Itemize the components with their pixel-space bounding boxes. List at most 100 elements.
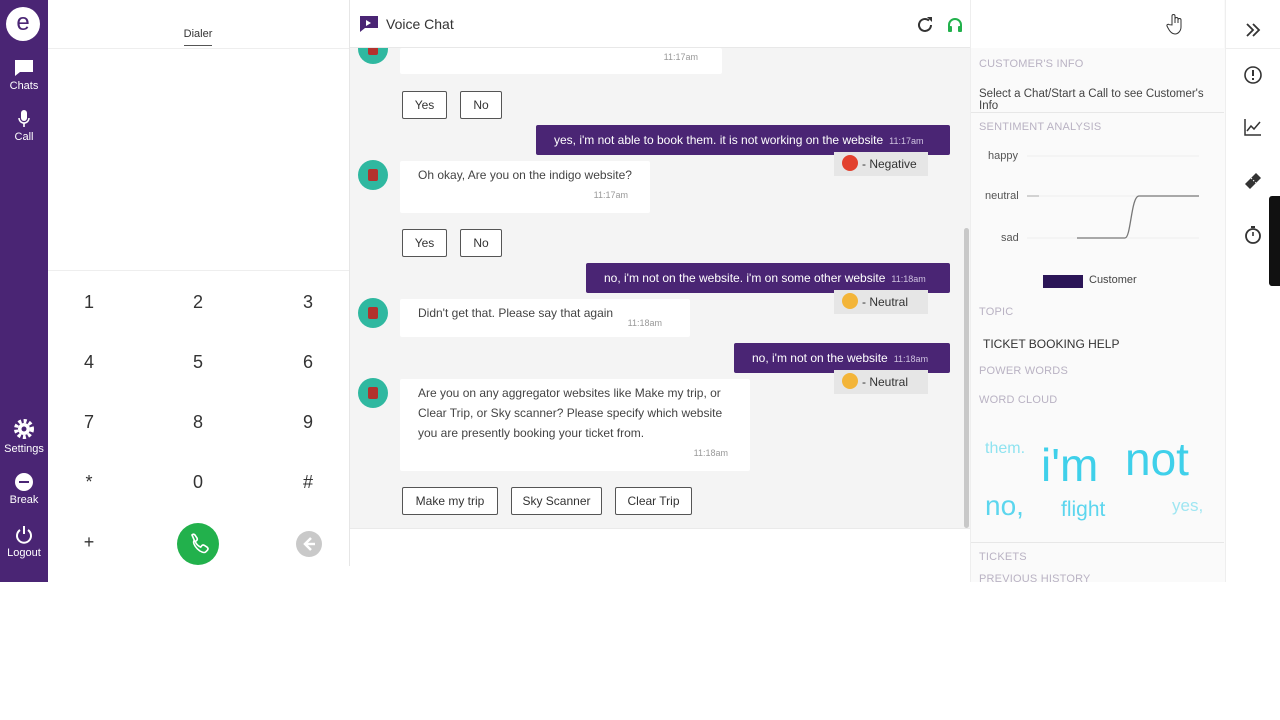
- bot-avatar: [358, 298, 388, 328]
- customers-info-title: CUSTOMER'S INFO: [979, 58, 1084, 70]
- sentiment-analysis-title: SENTIMENT ANALYSIS: [979, 121, 1102, 133]
- nav-call-label: Call: [14, 131, 34, 143]
- dial-key-3[interactable]: 3: [278, 282, 338, 322]
- option-make-my-trip-button[interactable]: Make my trip: [402, 487, 498, 515]
- dial-key-6[interactable]: 6: [278, 342, 338, 382]
- customer-info-panel: CUSTOMER'S INFO Select a Chat/Start a Ca…: [970, 0, 1225, 582]
- sentiment-level-sad: sad: [1001, 232, 1019, 244]
- dial-key-2[interactable]: 2: [168, 282, 228, 322]
- user-message: no, i'm not on the website 11:18am: [734, 343, 950, 373]
- chat-panel: Voice Chat 11:17am Yes No yes, i'm not a…: [350, 0, 970, 582]
- yes-button[interactable]: Yes: [402, 229, 447, 257]
- microphone-icon: [18, 110, 30, 127]
- nav-call[interactable]: Call: [0, 109, 48, 143]
- sentiment-text: - Neutral: [862, 295, 909, 309]
- message-time: 11:17am: [663, 52, 698, 62]
- right-icon-rail: [1225, 0, 1280, 582]
- sentiment-badge: - Neutral: [834, 290, 928, 314]
- tab-dialer[interactable]: Dialer: [48, 28, 348, 46]
- neutral-emoji-icon: [842, 373, 858, 389]
- refresh-icon[interactable]: [916, 16, 934, 34]
- nav-chats-label: Chats: [9, 80, 39, 92]
- dial-key-plus[interactable]: +: [59, 522, 119, 562]
- divider: [48, 270, 349, 271]
- bot-avatar: [358, 378, 388, 408]
- dial-key-9[interactable]: 9: [278, 402, 338, 442]
- hand-cursor-icon: [1166, 14, 1182, 35]
- word-cloud-word: flight: [1061, 498, 1106, 521]
- option-clear-trip-button[interactable]: Clear Trip: [615, 487, 692, 515]
- message-time: 11:18am: [891, 274, 926, 284]
- headset-icon[interactable]: [946, 16, 964, 34]
- bot-message: Didn't get that. Please say that again 1…: [400, 299, 690, 337]
- nav-settings[interactable]: Settings: [0, 417, 48, 455]
- nav-chats[interactable]: Chats: [0, 58, 48, 92]
- message-text: Oh okay, Are you on the indigo website?: [418, 168, 632, 182]
- topic-value: TICKET BOOKING HELP: [983, 337, 1120, 351]
- backspace-button[interactable]: [296, 531, 322, 557]
- dial-key-7[interactable]: 7: [59, 402, 119, 442]
- message-time: 11:18am: [693, 448, 728, 458]
- neutral-emoji-icon: [842, 293, 858, 309]
- sentiment-text: - Neutral: [862, 375, 909, 389]
- dial-key-hash[interactable]: #: [278, 462, 338, 502]
- sentiment-level-happy: happy: [988, 150, 1018, 162]
- bot-message: Are you on any aggregator websites like …: [400, 379, 750, 471]
- sentiment-level-neutral: neutral: [985, 190, 1019, 202]
- yes-button[interactable]: Yes: [402, 91, 447, 119]
- dial-key-1[interactable]: 1: [59, 282, 119, 322]
- chat-messages[interactable]: 11:17am Yes No yes, i'm not able to book…: [350, 48, 970, 528]
- call-button[interactable]: [177, 523, 219, 565]
- message-time: 11:18am: [627, 318, 662, 328]
- no-button[interactable]: No: [460, 91, 502, 119]
- double-chevron-right-icon[interactable]: [1242, 19, 1264, 41]
- tickets-title: TICKETS: [979, 551, 1027, 563]
- power-words-title: POWER WORDS: [979, 365, 1068, 377]
- info-icon[interactable]: [1242, 64, 1264, 86]
- chat-scrollbar[interactable]: [964, 228, 969, 528]
- divider: [48, 48, 349, 49]
- user-message: no, i'm not on the website. i'm on some …: [586, 263, 950, 293]
- word-cloud-word: not: [1125, 433, 1189, 485]
- dial-key-5[interactable]: 5: [168, 342, 228, 382]
- legend-swatch: [1043, 275, 1083, 288]
- bot-message: 11:17am: [400, 48, 722, 74]
- nav-logout[interactable]: Logout: [0, 525, 48, 559]
- bot-avatar: [358, 48, 388, 64]
- gear-icon: [14, 419, 34, 439]
- previous-history-title: PREVIOUS HISTORY: [979, 573, 1091, 582]
- stopwatch-icon[interactable]: [1242, 224, 1264, 246]
- dialer-panel: Dialer 1 2 3 4 5 6 7 8 9 * 0 # +: [48, 0, 350, 566]
- nav-break[interactable]: Break: [0, 472, 48, 506]
- divider: [1226, 48, 1280, 49]
- bot-avatar: [358, 160, 388, 190]
- chat-bubble-icon: [360, 16, 378, 32]
- dial-key-star[interactable]: *: [59, 462, 119, 502]
- trend-chart-icon[interactable]: [1242, 116, 1264, 138]
- nav-logout-label: Logout: [7, 547, 41, 559]
- minus-circle-icon: [15, 473, 33, 491]
- chat-title: Voice Chat: [386, 16, 454, 32]
- app-logo: e: [6, 7, 40, 41]
- side-tab-handle[interactable]: [1269, 196, 1280, 286]
- dial-key-4[interactable]: 4: [59, 342, 119, 382]
- no-button[interactable]: No: [460, 229, 502, 257]
- dial-key-8[interactable]: 8: [168, 402, 228, 442]
- message-time: 11:17am: [889, 136, 924, 146]
- chat-input-area[interactable]: [350, 528, 970, 582]
- sentiment-text: - Negative: [862, 157, 917, 171]
- chat-icon: [15, 60, 33, 76]
- dial-key-0[interactable]: 0: [168, 462, 228, 502]
- sentiment-badge: - Neutral: [834, 370, 928, 394]
- bot-message: Oh okay, Are you on the indigo website? …: [400, 161, 650, 213]
- nav-settings-label: Settings: [4, 443, 44, 455]
- word-cloud-word: i'm: [1041, 439, 1099, 491]
- angry-emoji-icon: [842, 155, 858, 171]
- divider: [971, 112, 1224, 113]
- message-text: no, i'm not on the website. i'm on some …: [604, 271, 886, 285]
- word-cloud-word: yes,: [1172, 496, 1204, 515]
- sentiment-line: [1077, 195, 1199, 239]
- nav-break-label: Break: [9, 494, 39, 506]
- option-sky-scanner-button[interactable]: Sky Scanner: [511, 487, 602, 515]
- ticket-icon[interactable]: [1242, 170, 1264, 192]
